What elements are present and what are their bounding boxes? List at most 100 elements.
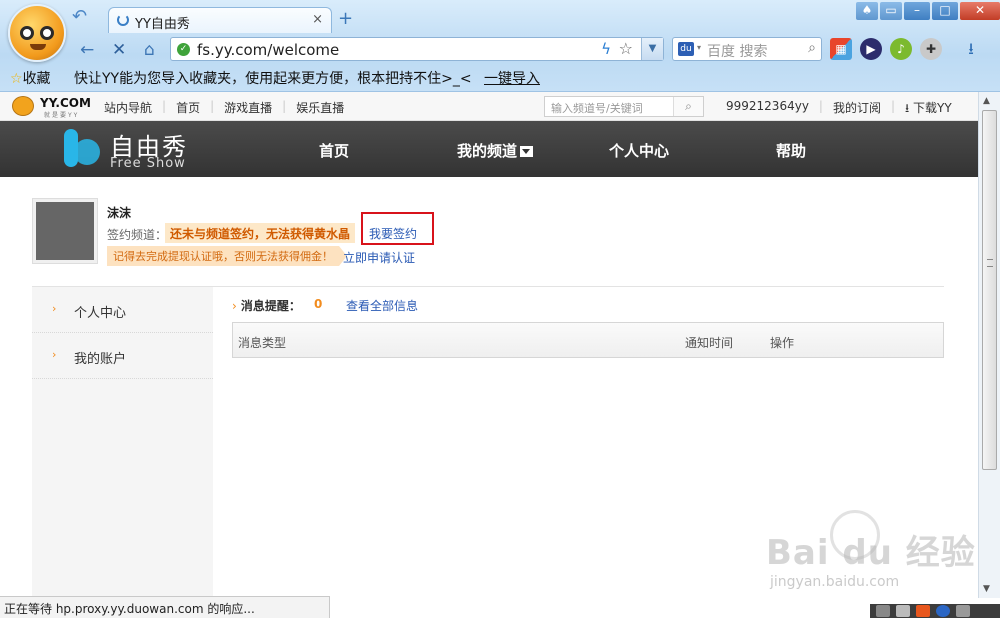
tab-title: YY自由秀 bbox=[135, 17, 190, 32]
tray-arrow-icon[interactable] bbox=[956, 605, 970, 617]
home-icon[interactable]: ⌂ bbox=[144, 40, 155, 60]
user-name: 沫沫 bbox=[107, 206, 132, 220]
top-nav-game-live[interactable]: 游戏直播 bbox=[224, 99, 272, 116]
favorites-import-tip: 快让YY能为您导入收藏夹，使用起来更方便，根本把持不住>_< bbox=[74, 71, 472, 87]
sidebar-item-label: 个人中心 bbox=[74, 306, 127, 321]
watermark-url: jingyan.baidu.com bbox=[770, 574, 900, 590]
close-window-button[interactable]: ✕ bbox=[960, 2, 1000, 20]
main-nav-personal-center[interactable]: 个人中心 bbox=[609, 140, 669, 161]
search-engine-dropdown-icon[interactable]: ▾ bbox=[697, 43, 701, 52]
chevron-right-icon: › bbox=[232, 299, 237, 313]
yy-logo-text[interactable]: YY.COM bbox=[40, 96, 91, 110]
chevron-right-icon: › bbox=[52, 302, 57, 315]
channel-search-input[interactable]: 输入频道号/关键词 ⌕ bbox=[544, 96, 704, 117]
main-nav-help[interactable]: 帮助 bbox=[776, 140, 806, 161]
download-icon[interactable]: ⭳ bbox=[960, 38, 982, 60]
tray-language-icon[interactable] bbox=[896, 605, 910, 617]
user-id-link[interactable]: 999212364yy bbox=[726, 99, 809, 120]
sidebar-item-my-account[interactable]: › 我的账户 bbox=[32, 333, 213, 379]
avatar[interactable] bbox=[33, 199, 97, 263]
favorites-bar: ☆收藏 快让YY能为您导入收藏夹，使用起来更方便，根本把持不住>_< 一键导入 bbox=[0, 64, 1000, 90]
brand-name-en: Free Show bbox=[110, 156, 186, 171]
signed-channel-label: 签约频道： bbox=[107, 228, 168, 242]
logo-shape-b bbox=[74, 139, 100, 165]
top-nav-site-nav[interactable]: 站内导航 bbox=[104, 99, 152, 116]
message-reminder-title: › 消息提醒： bbox=[232, 297, 301, 314]
secure-check-icon: ✓ bbox=[177, 43, 190, 56]
channel-search-button[interactable]: ⌕ bbox=[673, 97, 703, 116]
top-nav-home[interactable]: 首页 bbox=[176, 99, 200, 116]
message-table-header: 消息类型 通知时间 操作 bbox=[232, 322, 944, 358]
tray-grip-icon bbox=[876, 605, 890, 617]
main-nav-home[interactable]: 首页 bbox=[319, 140, 349, 161]
browser-search-box[interactable]: du ▾ 百度 搜索 ⌕ bbox=[672, 37, 822, 61]
address-dropdown-icon[interactable]: ▼ bbox=[641, 38, 663, 60]
browser-chrome: ↶ YY自由秀 × + ♠ ▭ – □ ✕ ← ✕ ⌂ ✓ fs.yy.com/… bbox=[0, 0, 1000, 92]
free-show-logo-icon[interactable] bbox=[64, 129, 100, 167]
music-icon[interactable]: ♪ bbox=[890, 38, 912, 60]
new-tab-button[interactable]: + bbox=[338, 8, 353, 29]
view-all-messages-link[interactable]: 查看全部信息 bbox=[346, 297, 418, 314]
bookmark-star-icon[interactable]: ☆ bbox=[619, 39, 633, 58]
divider: | bbox=[818, 99, 823, 113]
download-yy-link[interactable]: ⭳ 下载YY bbox=[905, 99, 952, 120]
speed-mode-icon[interactable]: ϟ bbox=[601, 40, 611, 58]
skin-icon[interactable]: ♠ bbox=[856, 2, 878, 20]
yy-logo-icon[interactable] bbox=[12, 96, 34, 116]
stop-icon[interactable]: ✕ bbox=[112, 40, 126, 60]
window-controls: ♠ ▭ – □ ✕ bbox=[856, 2, 1000, 20]
media-player-icon[interactable]: ▶ bbox=[860, 38, 882, 60]
sidebar-item-label: 我的账户 bbox=[74, 352, 127, 367]
sign-contract-highlight: 我要签约 bbox=[361, 212, 434, 245]
minimize-button[interactable]: – bbox=[904, 2, 930, 20]
search-icon[interactable]: ⌕ bbox=[808, 40, 816, 56]
undo-close-tab-icon[interactable]: ↶ bbox=[72, 8, 94, 26]
dropdown-caret-icon bbox=[520, 146, 534, 157]
loading-spinner-icon bbox=[117, 14, 129, 26]
one-click-import-link[interactable]: 一键导入 bbox=[484, 68, 540, 88]
main-nav-my-channel[interactable]: 我的频道 bbox=[457, 140, 534, 161]
maximize-button[interactable]: □ bbox=[932, 2, 958, 20]
channel-search-placeholder: 输入频道号/关键词 bbox=[551, 102, 643, 115]
game-controller-icon[interactable]: ✚ bbox=[920, 38, 942, 60]
baidu-paw-icon[interactable]: du bbox=[678, 42, 694, 56]
column-header-message-type: 消息类型 bbox=[238, 336, 287, 350]
site-header: 自由秀 Free Show 首页 我的频道 个人中心 帮助 bbox=[0, 121, 978, 177]
back-arrow-icon[interactable]: ← bbox=[80, 40, 94, 60]
tray-help-icon[interactable] bbox=[936, 605, 950, 617]
address-bar[interactable]: ✓ fs.yy.com/welcome ϟ ☆ ▼ bbox=[170, 37, 664, 61]
address-url[interactable]: fs.yy.com/welcome bbox=[197, 41, 339, 59]
sidebar: › 个人中心 › 我的账户 bbox=[32, 286, 213, 606]
user-links: 999212364yy | 我的订阅 | ⭳ 下载YY bbox=[726, 99, 952, 120]
tray-office-icon[interactable] bbox=[916, 605, 930, 617]
system-tray bbox=[870, 604, 1000, 618]
search-placeholder: 百度 搜索 bbox=[707, 44, 768, 60]
tab-close-button[interactable]: × bbox=[312, 12, 323, 27]
scroll-down-arrow-icon[interactable]: ▼ bbox=[983, 584, 990, 594]
top-nav: 站内导航 | 首页 | 游戏直播 | 娱乐直播 bbox=[104, 99, 344, 116]
top-nav-entertainment-live[interactable]: 娱乐直播 bbox=[296, 99, 344, 116]
divider: | bbox=[282, 99, 287, 113]
sign-contract-link[interactable]: 我要签约 bbox=[369, 225, 417, 242]
favorites-label: 收藏 bbox=[22, 71, 51, 87]
apps-grid-icon[interactable]: ▦ bbox=[830, 38, 852, 60]
message-reminder-label: 消息提醒： bbox=[240, 299, 301, 313]
message-count: 0 bbox=[314, 297, 323, 311]
favorites-button[interactable]: ☆收藏 bbox=[10, 68, 51, 88]
scroll-up-arrow-icon[interactable]: ▲ bbox=[983, 96, 990, 106]
download-yy-label: 下载YY bbox=[913, 101, 952, 115]
favorites-star-icon: ☆ bbox=[10, 71, 23, 87]
apply-certification-link[interactable]: 立即申请认证 bbox=[343, 249, 415, 266]
message-icon[interactable]: ▭ bbox=[880, 2, 902, 20]
caret-triangle bbox=[522, 149, 531, 154]
my-subscriptions-link[interactable]: 我的订阅 bbox=[833, 99, 881, 120]
divider: | bbox=[162, 99, 167, 113]
status-bar: 正在等待 hp.proxy.yy.duowan.com 的响应... bbox=[0, 596, 330, 618]
watermark-text: Bai du 经验 bbox=[766, 533, 976, 573]
vertical-scrollbar[interactable]: ▲ ▼ bbox=[978, 92, 1000, 598]
sidebar-item-personal-center[interactable]: › 个人中心 bbox=[32, 287, 213, 333]
sign-warning-badge: 还未与频道签约，无法获得黄水晶 bbox=[165, 223, 356, 243]
scrollbar-grip bbox=[987, 259, 993, 267]
scrollbar-thumb[interactable] bbox=[982, 110, 997, 470]
browser-tab[interactable]: YY自由秀 × bbox=[108, 7, 332, 33]
